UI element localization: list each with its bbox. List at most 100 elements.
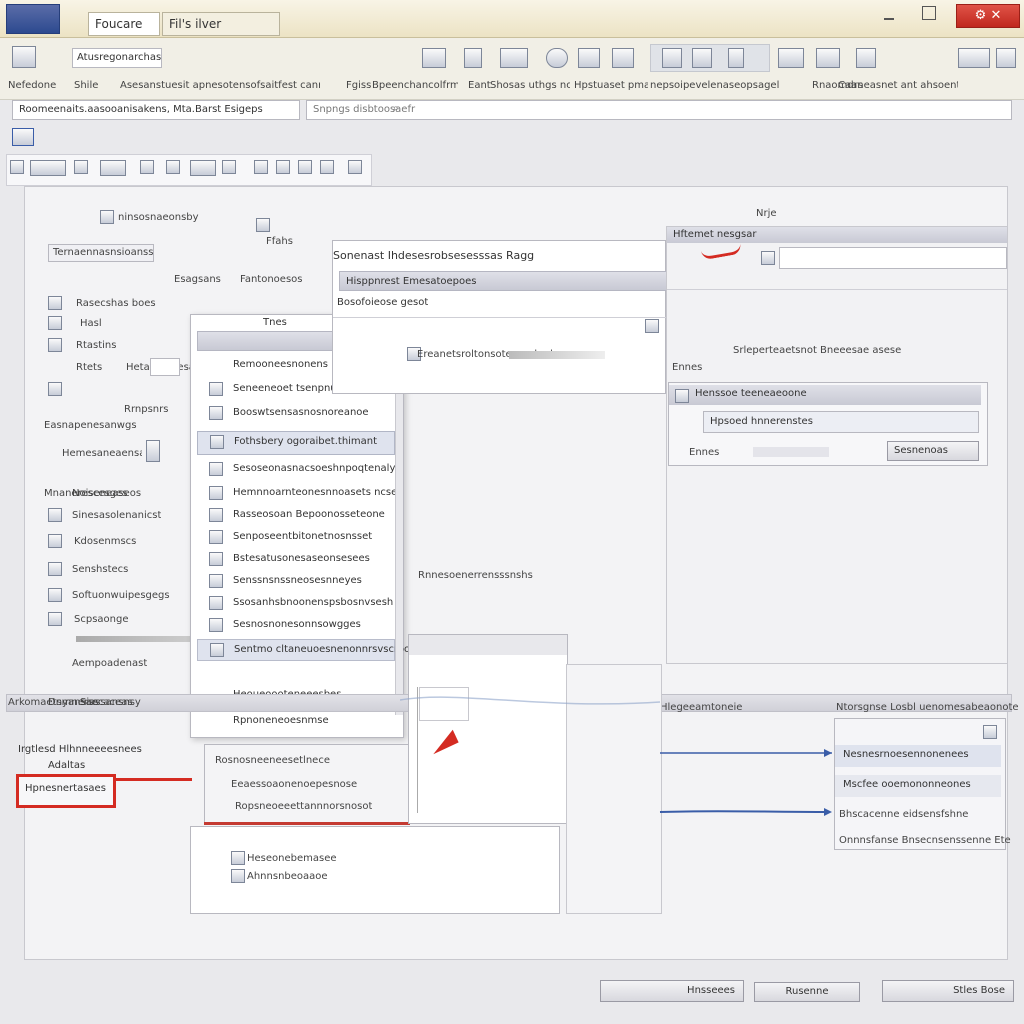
paste-icon[interactable]	[166, 160, 180, 174]
right-header: Hftemet nesgsar	[667, 227, 1007, 243]
bottom-right-item-1[interactable]: Mscfee ooemononneones	[835, 775, 1001, 797]
center-row[interactable]: Booswtsensasnosnoreanoe	[197, 403, 395, 423]
toolbar-field[interactable]: Atusregonarchas	[72, 48, 162, 68]
center-row-selected[interactable]: Fothsbery ogoraibet.thimant	[197, 431, 395, 455]
center-row[interactable]: Rpnoneneoesnmse	[197, 711, 395, 731]
main-divider	[333, 317, 667, 318]
main-close-icon[interactable]	[645, 319, 659, 333]
connector-arrow-3	[400, 696, 661, 705]
connector-arrow-2	[659, 810, 831, 813]
window-tab[interactable]: Fouсare	[88, 12, 160, 36]
left-scroll-icon[interactable]	[146, 440, 160, 462]
app-logo	[6, 4, 60, 34]
left-icon-13	[48, 534, 62, 548]
address-field[interactable]: Roomeenaits.aasooanisakens, Mta.Barst Es…	[12, 100, 300, 120]
text-icon[interactable]	[728, 48, 744, 68]
center-row-label: Rasseosoan Bepoonosseteone	[233, 509, 385, 520]
center-row[interactable]: Hemnnoarnteonesnnoasets ncse	[197, 483, 397, 503]
table-icon[interactable]	[856, 48, 876, 68]
window-tab-2[interactable]: Fil's ilver	[162, 12, 280, 36]
right-field[interactable]	[779, 247, 1007, 269]
file-icon[interactable]	[12, 46, 36, 68]
right-list-field[interactable]: Hpsoed hnnerenstes	[703, 411, 979, 433]
center-row[interactable]: Ssosanhsbnoonenspsbosnvsesh	[197, 593, 395, 613]
info-icon[interactable]	[12, 128, 34, 146]
center-row[interactable]: Senssnsnssneosesnneyes	[197, 571, 395, 591]
status-button-1[interactable]: Hnsseees	[600, 980, 744, 1002]
center-row[interactable]: Sesnosnonesonnsowgges	[197, 615, 395, 635]
right-list-field-value: Hpsoed hnnerenstes	[710, 416, 813, 427]
left-item-14: Senshstecs	[72, 564, 129, 575]
toolbar-label-3: Fgiss	[346, 80, 372, 91]
status-button-3[interactable]: Stles Bose	[882, 980, 1014, 1002]
left-item-17: Aempoadenast	[72, 658, 148, 669]
left-mini-field[interactable]	[150, 358, 180, 376]
canvas-top	[409, 635, 567, 655]
row-icon	[209, 618, 223, 632]
expand-icon[interactable]	[996, 48, 1016, 68]
display-icon[interactable]	[958, 48, 990, 68]
lower-item-1: Eeaessoaonenoepesnose	[231, 779, 358, 790]
hand-icon[interactable]	[612, 48, 634, 68]
center-row[interactable]: Rasseosoan Bepoonosseteone	[197, 505, 395, 525]
tag-icon[interactable]	[578, 48, 600, 68]
flag-icon[interactable]	[464, 48, 482, 68]
search-icon[interactable]	[546, 48, 568, 68]
center-list-scrollbar[interactable]	[395, 355, 403, 715]
highlighted-field-label: Hpnesnertasaes	[25, 783, 106, 794]
left-item-icon-0	[100, 210, 114, 224]
save-icon[interactable]	[100, 160, 126, 176]
italic-icon[interactable]	[320, 160, 334, 174]
status-button-1-label: Hnsseees	[687, 985, 735, 996]
main-header: Sonenast Ihdesesrobsesesssas Ragg	[333, 249, 535, 262]
close-icon: ⚙ ✕	[974, 8, 1002, 23]
search-input[interactable]: Snpngs disbtoosaefr ⌕	[306, 100, 1012, 120]
lower-item-3: Heseonebemasee	[247, 853, 337, 864]
toolbar-field-value: Atusregonarchas	[77, 52, 162, 63]
cursor-icon[interactable]	[662, 48, 682, 68]
arrowhead-2	[824, 808, 832, 816]
status-button-2[interactable]: Rusenne	[754, 982, 860, 1002]
center-row[interactable]: Sesoseonasnacsoeshnpoqtenaly	[197, 459, 395, 479]
highlighted-field[interactable]: Hpnesnertasaes	[16, 774, 116, 808]
left-item-1[interactable]: Ternaennasnsioanss	[48, 244, 154, 262]
image-icon[interactable]	[692, 48, 712, 68]
redo-icon[interactable]	[254, 160, 268, 174]
right-list-footer-button[interactable]: Sesnenoas	[887, 441, 979, 461]
open-icon[interactable]	[30, 160, 66, 176]
grid-icon[interactable]	[348, 160, 362, 174]
copy-icon[interactable]	[140, 160, 154, 174]
bottom-right-chevron-icon[interactable]	[983, 725, 997, 739]
center-row-label: Sesnosnonesonnsowgges	[233, 619, 361, 630]
minimize-icon[interactable]	[884, 8, 894, 20]
bottom-right-item-0[interactable]: Nesnesrnoesennonenees	[835, 745, 1001, 767]
toolbar-label-6: Shosas uthgs nogic	[490, 80, 570, 91]
layout-icon[interactable]	[778, 48, 804, 68]
center-list-title: Tnes	[263, 317, 287, 328]
heart-icon[interactable]	[816, 48, 840, 68]
scan-icon[interactable]	[422, 48, 446, 68]
center-row[interactable]: Senposeentbitonetnosnsset	[197, 527, 395, 547]
maximize-icon[interactable]	[922, 6, 936, 20]
center-row[interactable]: Bstesatusonesaseonsesees	[197, 549, 395, 569]
left-icon-14	[48, 562, 62, 576]
left-row-0: Rrnpsnrs	[124, 404, 169, 415]
stack-icon[interactable]	[500, 48, 528, 68]
toolbar-label-1: Shile	[74, 80, 99, 91]
row-icon	[209, 552, 223, 566]
row-icon	[209, 596, 223, 610]
undo-icon[interactable]	[222, 160, 236, 174]
close-button[interactable]: ⚙ ✕	[956, 4, 1020, 28]
bottom-right-panel: Nesnesrnoesennonenees Mscfee ooemononneo…	[834, 718, 1011, 850]
right-description: Srleperteaetsnot Bneeesae asese	[733, 345, 902, 356]
center-row-label: Remooneesnonens	[233, 359, 328, 370]
list-icon[interactable]	[74, 160, 88, 174]
cut-icon[interactable]	[276, 160, 290, 174]
left-item-icon-4	[48, 296, 62, 310]
new-icon[interactable]	[10, 160, 24, 174]
bold-icon[interactable]	[298, 160, 312, 174]
right-title: Nrje	[756, 208, 777, 219]
center-row-selected-2[interactable]: Sentmo cltaneuoesnenonnrsvscroo	[197, 639, 410, 661]
print-icon[interactable]	[190, 160, 216, 176]
lower-item-4: Ahnnsnbeoaaoe	[247, 871, 328, 882]
